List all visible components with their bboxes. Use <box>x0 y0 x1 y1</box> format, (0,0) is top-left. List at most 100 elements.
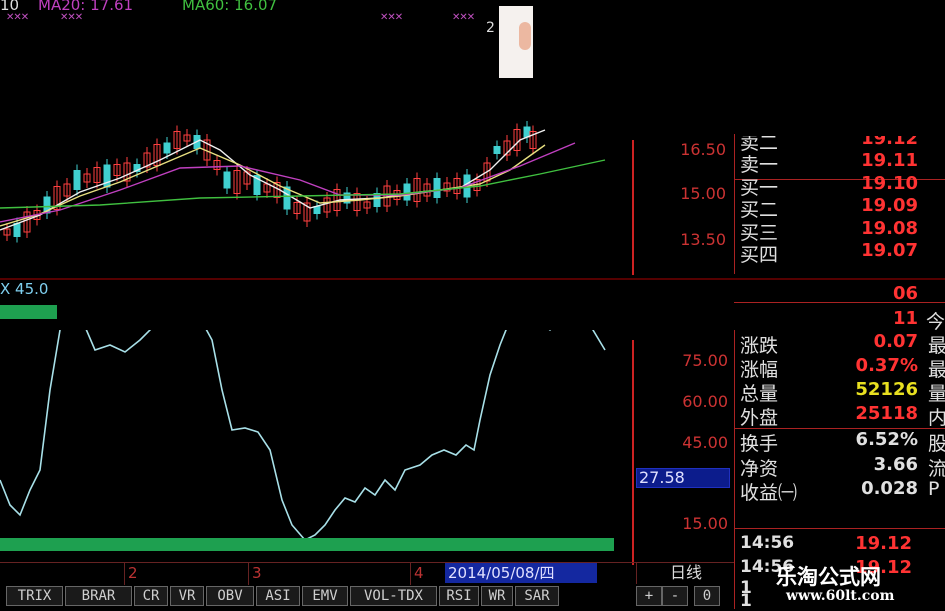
period-selector[interactable]: 日线 <box>636 562 735 584</box>
order-book-price: 19.07 <box>861 240 918 261</box>
candle-body <box>73 170 81 190</box>
signal-marker: ✕✕✕ <box>452 12 475 23</box>
indicator-chart-canvas[interactable] <box>0 330 632 560</box>
candle-body <box>493 146 501 154</box>
ma20-label: MA20: 17.61 <box>38 0 134 14</box>
price-axis-tick: 13.50 <box>680 230 726 249</box>
indicator-line <box>0 330 606 541</box>
indicator-value-bar <box>0 305 57 319</box>
candle-body <box>433 178 441 198</box>
stat-label: 外盘 <box>740 407 779 429</box>
signal-marker: ✕✕✕ <box>380 12 403 23</box>
trade-time: 14:56 <box>740 533 795 553</box>
indicator-tab-asi[interactable]: ASI <box>256 586 300 606</box>
indicator-tab-rsi[interactable]: RSI <box>439 586 479 606</box>
indicator-current-value: 27.58 <box>636 468 730 488</box>
watermark-title: 乐淘公式网 <box>776 564 881 589</box>
order-book-divider <box>734 134 735 274</box>
stats-separator <box>734 528 945 529</box>
timeline-label: 4 <box>414 564 424 582</box>
indicator-chart[interactable] <box>0 330 632 560</box>
stat-value: 0.07 <box>873 331 918 352</box>
candle-body <box>13 223 21 237</box>
stat-suffix: 流 <box>928 458 945 480</box>
stat-value: 0.37% <box>855 355 918 376</box>
indicator-axis-tick: 60.00 <box>682 392 728 411</box>
signal-marker: ✕✕✕ <box>60 12 83 23</box>
indicator-tab-vol-tdx[interactable]: VOL-TDX <box>350 586 437 606</box>
panel-divider <box>0 278 945 280</box>
stat-suffix: 量 <box>928 383 945 405</box>
timeline-label: 2 <box>128 564 138 582</box>
quote-row-suffix: 今 <box>926 311 945 333</box>
price-axis-tick: 16.50 <box>680 140 726 159</box>
watermark-url: www.60lt.com <box>786 588 895 604</box>
indicator-axis-line <box>632 340 634 565</box>
indicator-volume-bar <box>0 538 614 551</box>
timeline-tick <box>124 563 125 585</box>
price-chart-canvas[interactable] <box>0 0 632 278</box>
stat-value: 3.66 <box>873 454 918 475</box>
ma5-line <box>0 129 546 231</box>
trade-price: 19.12 <box>855 533 912 554</box>
stat-value: 6.52% <box>855 429 918 450</box>
timeline-cursor-date: 2014/05/08/四 <box>445 563 597 583</box>
indicator-tab-trix[interactable]: TRIX <box>6 586 63 606</box>
ma60-label: MA60: 16.07 <box>182 0 278 14</box>
stats-separator <box>734 428 945 429</box>
marker-label: 2 <box>486 20 495 36</box>
indicator-tab-wr[interactable]: WR <box>481 586 513 606</box>
price-chart[interactable] <box>0 0 632 278</box>
stat-suffix: 内 <box>928 407 945 429</box>
stat-label: 涨幅 <box>740 359 779 381</box>
timeline-label: 3 <box>252 564 262 582</box>
candle-body <box>313 206 321 214</box>
timeline-bar <box>0 562 734 585</box>
signal-marker: ✕✕✕ <box>6 12 29 23</box>
tab-control-button[interactable]: 0 <box>694 586 720 606</box>
stat-suffix: 最 <box>928 359 945 381</box>
order-book-price: 19.08 <box>861 217 918 239</box>
candle-body <box>163 142 171 154</box>
candle-body <box>223 171 231 189</box>
indicator-tab-brar[interactable]: BRAR <box>65 586 132 606</box>
quote-row-value: 06 <box>892 283 918 304</box>
indicator-tab-vr[interactable]: VR <box>170 586 204 606</box>
tab-control-button[interactable]: - <box>662 586 688 606</box>
popup-image-blob <box>519 22 531 50</box>
candle-body <box>523 126 531 138</box>
indicator-tab-sar[interactable]: SAR <box>515 586 559 606</box>
price-axis-tick: 15.00 <box>680 184 726 203</box>
order-book-price: 19.11 <box>861 150 918 171</box>
indicator-tab-obv[interactable]: OBV <box>206 586 254 606</box>
quote-separator <box>734 302 945 303</box>
stat-suffix: 最 <box>928 335 945 357</box>
stat-value: 52126 <box>855 379 918 400</box>
indicator-value-label: X 45.0 <box>0 280 49 298</box>
order-book-label: 买四 <box>740 244 779 266</box>
order-book-price: 19.09 <box>861 195 918 216</box>
stat-label: 净资 <box>740 458 779 480</box>
stat-value: 0.028 <box>861 478 918 499</box>
timeline-tick <box>410 563 411 585</box>
indicator-axis-tick: 45.00 <box>682 433 728 452</box>
timeline-tick <box>248 563 249 585</box>
indicator-axis-tick: 75.00 <box>682 351 728 370</box>
stat-label: 涨跌 <box>740 335 779 357</box>
trade-time-partial: 1 <box>740 591 752 611</box>
tab-control-button[interactable]: + <box>636 586 662 606</box>
stat-value: 25118 <box>855 403 918 424</box>
stat-label: 总量 <box>740 383 779 405</box>
price-axis-line <box>632 140 634 275</box>
quote-row-value: 11 <box>892 308 918 329</box>
indicator-tab-emv[interactable]: EMV <box>302 586 348 606</box>
indicator-tab-cr[interactable]: CR <box>134 586 168 606</box>
stat-suffix: 股 <box>928 433 945 455</box>
order-partial-value: 19.12 <box>861 128 918 149</box>
popup-image <box>499 6 533 78</box>
stat-label: 换手 <box>740 433 779 455</box>
order-book-price: 19.10 <box>861 172 918 194</box>
indicator-axis-tick: 15.00 <box>682 514 728 533</box>
candle-body <box>403 183 411 201</box>
stat-label: 收益㈠ <box>740 482 798 504</box>
